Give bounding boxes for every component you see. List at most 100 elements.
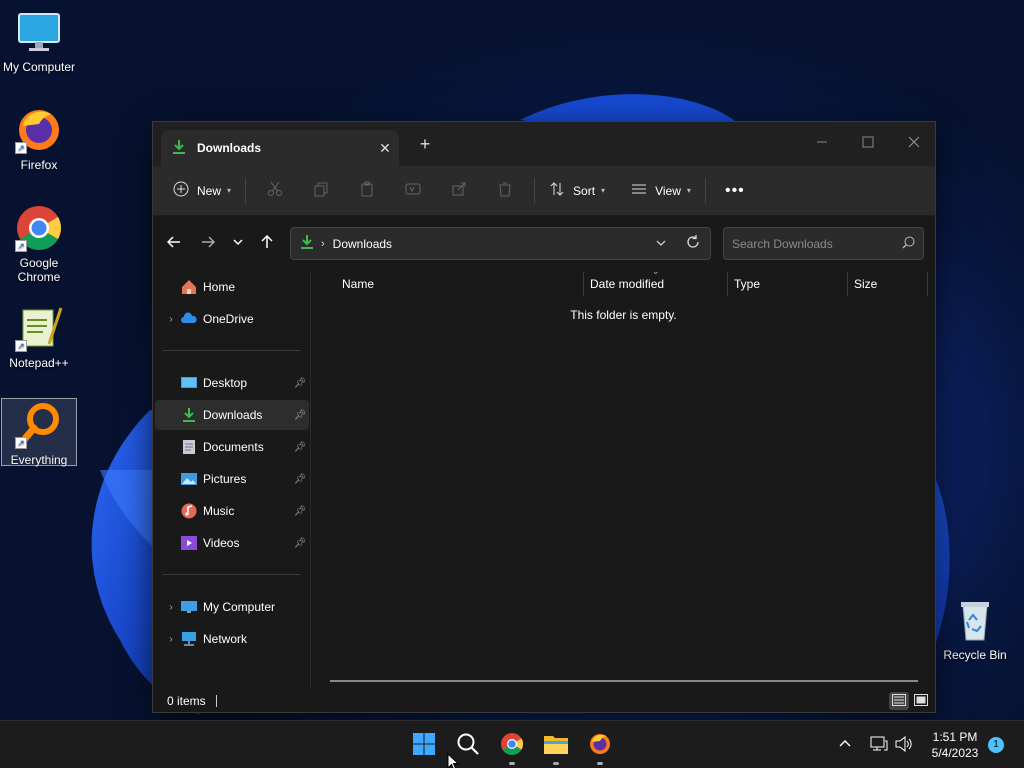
desktop-icon-label: Google Chrome bbox=[17, 256, 61, 284]
copy-button[interactable] bbox=[298, 175, 344, 207]
column-header-name[interactable]: Name bbox=[342, 272, 374, 296]
clock-date: 5/4/2023 bbox=[931, 746, 979, 760]
pin-icon[interactable]: 📌︎ bbox=[293, 474, 307, 485]
nav-item-music[interactable]: Music 📌︎ bbox=[155, 496, 309, 526]
pin-icon[interactable]: 📌︎ bbox=[293, 538, 307, 549]
sort-button[interactable]: Sort ▾ bbox=[541, 175, 613, 207]
music-icon bbox=[181, 503, 197, 519]
new-tab-button[interactable]: + bbox=[415, 134, 435, 155]
search-box[interactable] bbox=[723, 227, 924, 260]
close-tab-icon[interactable]: ✕ bbox=[371, 140, 399, 157]
share-button[interactable] bbox=[436, 175, 482, 207]
trash-icon bbox=[497, 181, 513, 200]
minimize-button[interactable] bbox=[799, 128, 845, 156]
column-header-size[interactable]: Size bbox=[854, 272, 877, 296]
nav-item-my-computer[interactable]: › My Computer bbox=[155, 592, 309, 622]
nav-item-label: Downloads bbox=[203, 408, 263, 422]
cut-button[interactable] bbox=[252, 175, 298, 207]
search-input[interactable] bbox=[732, 236, 893, 251]
file-explorer-taskbar-button[interactable] bbox=[540, 729, 572, 765]
close-window-button[interactable] bbox=[891, 128, 937, 156]
details-view-button[interactable] bbox=[889, 692, 909, 710]
desktop-icon-label: Everything bbox=[10, 453, 68, 467]
nav-item-documents[interactable]: Documents 📌︎ bbox=[155, 432, 309, 462]
column-header-type[interactable]: Type bbox=[734, 272, 760, 296]
address-bar[interactable]: › Downloads bbox=[290, 227, 711, 260]
show-hidden-icons-button[interactable] bbox=[838, 721, 852, 768]
network-monitor-icon bbox=[870, 736, 888, 755]
up-button[interactable] bbox=[254, 231, 280, 255]
desktop-icon-chrome[interactable]: ↗ Google Chrome bbox=[1, 204, 77, 284]
shortcut-arrow-icon: ↗ bbox=[15, 437, 27, 449]
pin-icon[interactable]: 📌︎ bbox=[293, 506, 307, 517]
new-button[interactable]: New ▾ bbox=[165, 175, 239, 207]
desktop-icon-label: Notepad++ bbox=[9, 356, 69, 370]
nav-item-videos[interactable]: Videos 📌︎ bbox=[155, 528, 309, 558]
column-divider[interactable] bbox=[727, 272, 728, 296]
forward-button[interactable] bbox=[195, 231, 221, 255]
more-options-button[interactable]: ••• bbox=[712, 175, 758, 207]
nav-item-home[interactable]: Home bbox=[155, 272, 309, 302]
column-divider[interactable] bbox=[583, 272, 584, 296]
recent-locations-button[interactable] bbox=[225, 231, 251, 255]
tab-downloads[interactable]: Downloads ✕ bbox=[161, 130, 399, 166]
view-button[interactable]: View ▾ bbox=[623, 175, 699, 207]
desktop-icon-notepadpp[interactable]: ↗ Notepad++ bbox=[1, 304, 77, 370]
nav-item-label: Documents bbox=[203, 440, 264, 454]
maximize-button[interactable] bbox=[845, 128, 891, 156]
nav-divider bbox=[163, 350, 300, 351]
network-status-button[interactable] bbox=[870, 721, 888, 768]
download-icon bbox=[171, 139, 187, 158]
column-divider[interactable] bbox=[927, 272, 928, 296]
breadcrumb-path[interactable]: Downloads bbox=[333, 237, 646, 251]
volume-button[interactable] bbox=[895, 721, 913, 768]
address-dropdown-chevron-icon[interactable] bbox=[646, 238, 676, 250]
nav-item-desktop[interactable]: Desktop 📌︎ bbox=[155, 368, 309, 398]
chevron-right-icon[interactable]: › bbox=[161, 314, 181, 325]
paste-button[interactable] bbox=[344, 175, 390, 207]
item-count: 0 items bbox=[167, 694, 206, 708]
start-button[interactable] bbox=[408, 729, 440, 761]
toolbar-divider bbox=[534, 177, 536, 204]
tiles-view-icon bbox=[914, 693, 928, 709]
chevron-right-icon[interactable]: › bbox=[161, 602, 181, 613]
column-divider[interactable] bbox=[847, 272, 848, 296]
chrome-taskbar-button[interactable] bbox=[496, 729, 528, 765]
shortcut-arrow-icon: ↗ bbox=[15, 340, 27, 352]
pin-icon[interactable]: 📌︎ bbox=[293, 410, 307, 421]
nav-item-label: Network bbox=[203, 632, 248, 646]
tiles-view-button[interactable] bbox=[911, 692, 931, 710]
network-icon bbox=[181, 631, 197, 647]
desktop-icon-recycle-bin[interactable]: Recycle Bin bbox=[937, 596, 1013, 662]
clock[interactable]: 1:51 PM 5/4/2023 bbox=[918, 729, 992, 761]
desktop-icon-label: My Computer bbox=[2, 60, 76, 74]
nav-item-network[interactable]: › Network bbox=[155, 624, 309, 654]
refresh-icon[interactable] bbox=[676, 235, 710, 252]
nav-item-onedrive[interactable]: › OneDrive bbox=[155, 304, 309, 334]
pin-icon[interactable]: 📌︎ bbox=[293, 442, 307, 453]
horizontal-scrollbar[interactable] bbox=[330, 680, 918, 682]
desktop-icon-everything[interactable]: ↗ Everything bbox=[1, 398, 77, 467]
chevron-down-icon: ▾ bbox=[686, 186, 691, 195]
chevron-right-icon[interactable]: › bbox=[161, 634, 181, 645]
firefox-taskbar-button[interactable] bbox=[584, 729, 616, 765]
video-icon bbox=[181, 535, 197, 551]
sort-label: Sort bbox=[573, 183, 596, 198]
rename-button[interactable] bbox=[390, 175, 436, 207]
windows-logo-icon bbox=[412, 732, 436, 759]
notification-badge[interactable]: 1 bbox=[988, 737, 1004, 753]
nav-item-downloads[interactable]: Downloads 📌︎ bbox=[155, 400, 309, 430]
speaker-icon bbox=[895, 735, 913, 755]
running-indicator bbox=[597, 762, 603, 765]
delete-button[interactable] bbox=[482, 175, 528, 207]
address-row: › Downloads bbox=[153, 216, 935, 272]
arrow-right-icon bbox=[201, 235, 216, 252]
nav-item-pictures[interactable]: Pictures 📌︎ bbox=[155, 464, 309, 494]
desktop-folder-icon bbox=[181, 375, 197, 391]
pin-icon[interactable]: 📌︎ bbox=[293, 378, 307, 389]
desktop-icon-my-computer[interactable]: My Computer bbox=[1, 8, 77, 74]
sort-indicator-icon: ⌄ bbox=[652, 266, 660, 276]
back-button[interactable] bbox=[161, 231, 187, 255]
desktop-icon-firefox[interactable]: ↗ Firefox bbox=[1, 106, 77, 172]
firefox-icon bbox=[588, 732, 612, 759]
